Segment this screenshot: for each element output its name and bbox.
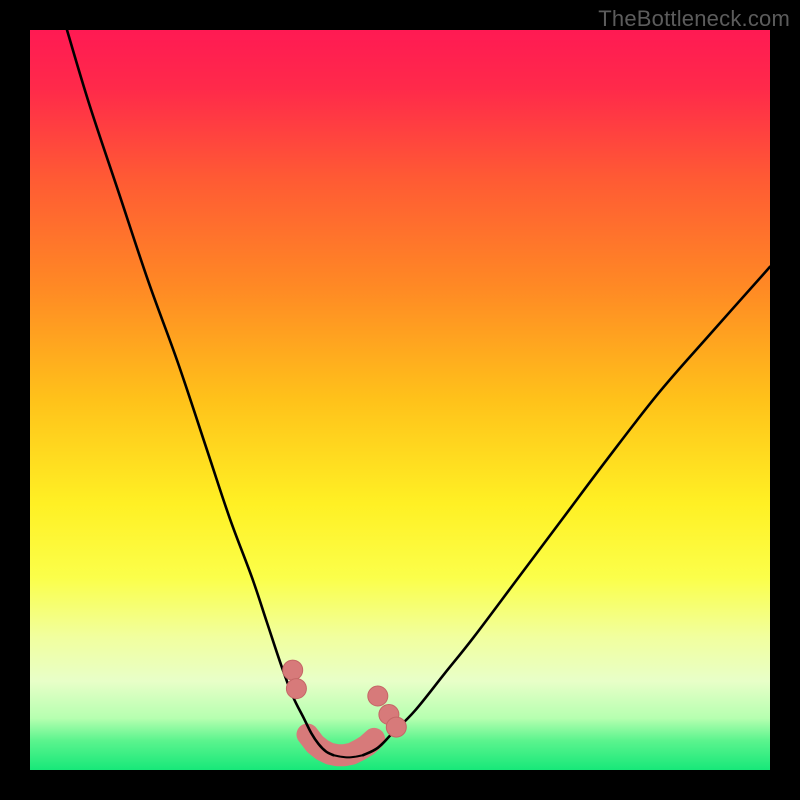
bottleneck-curves	[67, 30, 770, 757]
chart-frame: TheBottleneck.com	[0, 0, 800, 800]
chart-canvas	[30, 30, 770, 770]
valley-band	[308, 734, 375, 755]
curve-left-curve	[67, 30, 333, 755]
marker-2	[368, 686, 388, 706]
marker-0	[283, 660, 303, 680]
watermark-text: TheBottleneck.com	[598, 6, 790, 32]
marker-4	[386, 717, 406, 737]
curve-right-curve	[363, 267, 770, 755]
marker-1	[286, 679, 306, 699]
plot-area	[30, 30, 770, 770]
